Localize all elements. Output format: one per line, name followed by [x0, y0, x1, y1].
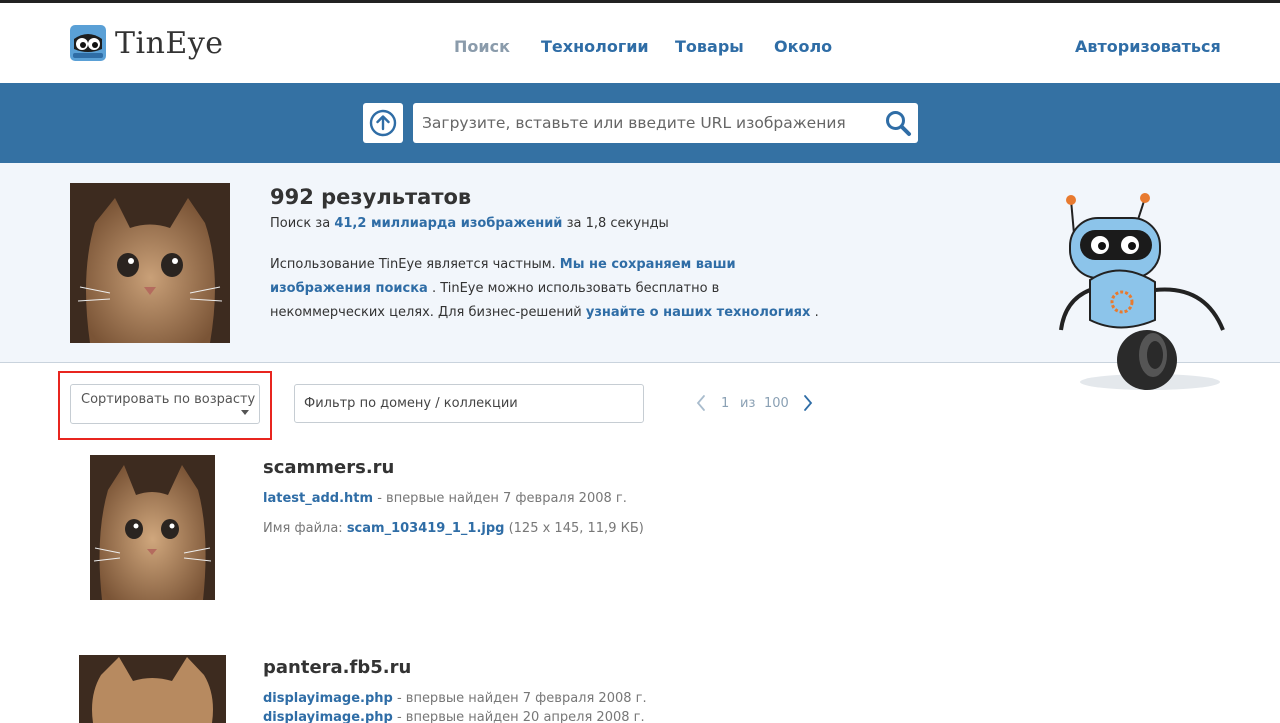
result-file-line: Имя файла: scam_103419_1_1.jpg (125 x 14… — [263, 521, 644, 536]
result-found-date: - впервые найден 7 февраля 2008 г. — [377, 491, 627, 506]
privacy-text-1: Использование TinEye является частным. — [270, 257, 556, 272]
result-domain[interactable]: pantera.fb5.ru — [263, 657, 411, 678]
search-button[interactable] — [882, 108, 914, 138]
caret-down-icon — [241, 410, 249, 415]
privacy-text-3: . — [814, 305, 819, 320]
result-page-line: latest_add.htm - впервые найден 7 феврал… — [263, 491, 627, 506]
technology-link[interactable]: узнайте о наших технологиях — [586, 305, 811, 320]
chevron-right-icon[interactable] — [801, 392, 815, 414]
searched-line: Поиск за 41,2 миллиарда изображений за 1… — [270, 216, 669, 231]
filename-label: Имя файла: — [263, 521, 343, 536]
page-total: 100 — [764, 396, 789, 411]
logo-text: TinEye — [115, 25, 224, 61]
robot-mascot-icon — [1059, 193, 1225, 390]
page-current: 1 — [721, 396, 730, 411]
result-page-link[interactable]: displayimage.php — [263, 710, 393, 723]
result-thumbnail[interactable] — [79, 655, 226, 723]
result-page-line: displayimage.php - впервые найден 20 апр… — [263, 710, 645, 723]
nav-about[interactable]: Около — [774, 37, 832, 56]
result-page-line: displayimage.php - впервые найден 7 февр… — [263, 691, 647, 706]
logo[interactable]: TinEye — [70, 25, 224, 61]
sort-dropdown[interactable]: Сортировать по возрасту — [70, 384, 260, 424]
result-count: 992 результатов — [270, 185, 472, 209]
sort-dropdown-label: Сортировать по возрасту — [81, 392, 256, 407]
login-link[interactable]: Авторизоваться — [1075, 37, 1221, 56]
searched-prefix: Поиск за — [270, 216, 331, 231]
result-page-link[interactable]: latest_add.htm — [263, 491, 373, 506]
header: TinEye Поиск Технологии Товары Около Авт… — [0, 3, 1280, 83]
domain-filter — [294, 384, 644, 423]
result-page-link[interactable]: displayimage.php — [263, 691, 393, 706]
result-filename-link[interactable]: scam_103419_1_1.jpg — [347, 521, 505, 536]
search-input[interactable] — [413, 103, 873, 143]
searched-suffix: за 1,8 секунды — [566, 216, 669, 231]
chevron-left-icon[interactable] — [694, 392, 708, 414]
domain-filter-input[interactable] — [295, 385, 643, 422]
magnifier-icon — [886, 111, 911, 136]
result-found-date: - впервые найден 7 февраля 2008 г. — [396, 691, 647, 706]
nav-search[interactable]: Поиск — [454, 37, 510, 56]
result-domain[interactable]: scammers.ru — [263, 457, 394, 478]
upload-button[interactable] — [363, 103, 403, 143]
upload-arrow-icon — [369, 109, 397, 137]
search-bar — [0, 83, 1280, 163]
query-image-cat — [70, 183, 230, 343]
result-thumbnail[interactable] — [90, 455, 215, 600]
result-found-date: - впервые найден 20 апреля 2008 г. — [396, 710, 645, 723]
results-summary: 992 результатов Поиск за 41,2 миллиарда … — [0, 163, 1280, 390]
nav-technologies[interactable]: Технологии — [541, 37, 649, 56]
privacy-notice: Использование TinEye является частным. М… — [270, 253, 830, 325]
result-file-info: (125 x 145, 11,9 КБ) — [508, 521, 644, 536]
nav-products[interactable]: Товары — [675, 37, 744, 56]
page-of: из — [740, 396, 756, 411]
tineye-robot-logo-icon — [70, 25, 106, 61]
index-size-link[interactable]: 41,2 миллиарда изображений — [334, 216, 562, 231]
search-box — [413, 103, 918, 143]
